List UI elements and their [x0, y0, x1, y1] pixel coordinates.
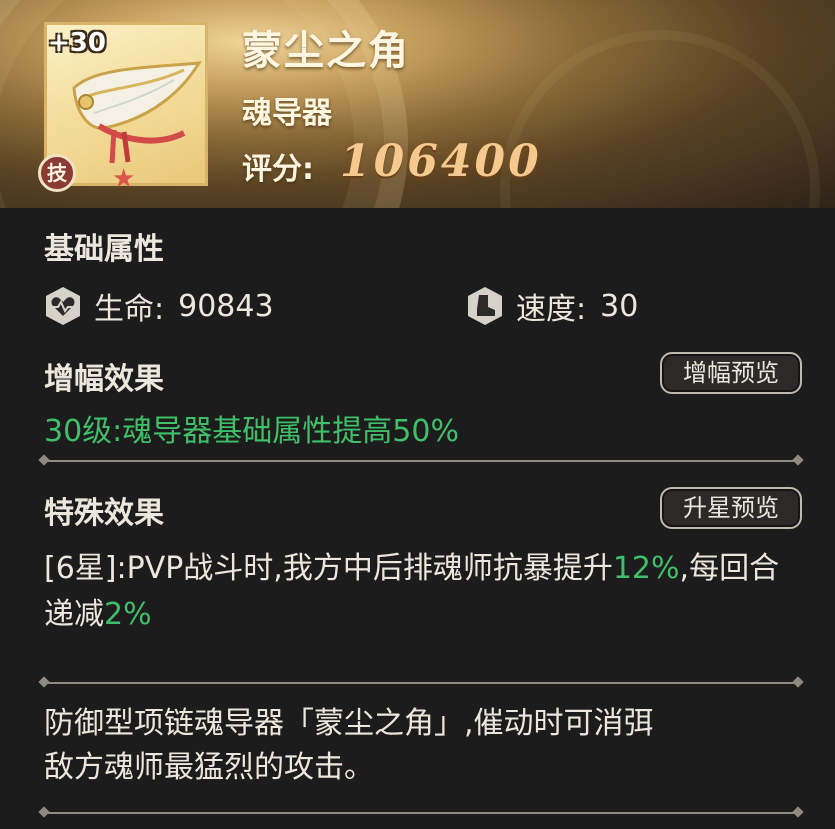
amplify-title: 增幅效果 — [44, 362, 164, 397]
header-decoration-2 — [500, 30, 820, 208]
divider — [44, 812, 798, 814]
item-name: 蒙尘之角 — [242, 27, 410, 74]
heart-shield-icon — [46, 287, 80, 325]
special-effect-title: 特殊效果 — [44, 496, 164, 531]
divider — [44, 682, 798, 684]
score-value: 106400 — [340, 136, 542, 187]
score-label: 评分: — [242, 152, 314, 187]
special-effect-value-1: 12% — [612, 551, 680, 586]
amplify-preview-button[interactable]: 增幅预览 — [660, 352, 802, 394]
base-attributes-title: 基础属性 — [44, 232, 164, 267]
special-effect-text: [6星]:PVP战斗时,我方中后排魂师抗暴提升12%,每回合递减2% — [44, 546, 804, 638]
speed-stat: 速度: 30 — [464, 284, 638, 328]
hp-stat: 生命: 90843 — [42, 284, 274, 328]
special-effect-prefix: [6星]:PVP战斗时,我方中后排魂师抗暴提升 — [44, 551, 613, 586]
special-effect-value-2: 2% — [104, 597, 152, 632]
description-line-2: 敌方魂师最猛烈的攻击。 — [44, 750, 374, 785]
star-preview-button[interactable]: 升星预览 — [660, 487, 802, 529]
item-type: 魂导器 — [242, 96, 332, 131]
boot-icon — [468, 287, 502, 325]
star-icon: ★ — [112, 164, 136, 194]
hp-value: 90843 — [178, 288, 274, 324]
hp-label: 生命: — [94, 292, 165, 327]
speed-value: 30 — [600, 288, 639, 324]
speed-label: 速度: — [516, 292, 587, 327]
level-bonus-badge: +30 — [48, 28, 106, 58]
item-header: +30 技 ★ 蒙尘之角 魂导器 评分: 106400 — [0, 0, 835, 208]
description-line-1: 防御型项链魂导器「蒙尘之角」,催动时可消弭 — [44, 706, 654, 741]
skill-badge: 技 — [38, 154, 76, 192]
divider — [44, 460, 798, 462]
horn-icon — [72, 61, 202, 164]
item-description: 防御型项链魂导器「蒙尘之角」,催动时可消弭 敌方魂师最猛烈的攻击。 — [44, 702, 804, 790]
amplify-effect-text: 30级:魂导器基础属性提高50% — [44, 414, 459, 449]
